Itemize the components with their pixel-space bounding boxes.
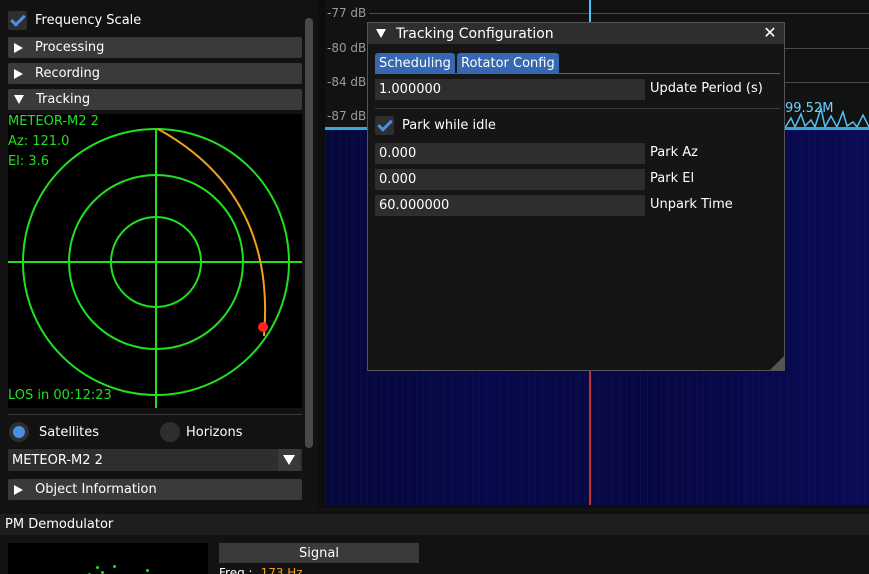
dialog-title: Tracking Configuration xyxy=(396,25,554,42)
park-while-idle-label: Park while idle xyxy=(402,118,496,133)
radio-satellites-label: Satellites xyxy=(39,424,100,440)
section-tracking[interactable]: Tracking xyxy=(8,89,302,110)
pm-demodulator-header[interactable]: PM Demodulator xyxy=(0,514,869,535)
dialog-title-bar[interactable]: Tracking Configuration xyxy=(368,23,784,44)
fft-frequency-label: 99.52M xyxy=(785,101,834,116)
signal-frequency-value: 173 Hz xyxy=(260,566,303,574)
satellite-track-path xyxy=(157,128,267,337)
park-while-idle-checkbox[interactable] xyxy=(375,116,394,135)
radio-horizons-button[interactable] xyxy=(160,422,180,442)
park-el-input[interactable]: 0.000 xyxy=(375,169,645,190)
park-el-label: Park El xyxy=(650,171,695,186)
section-recording-label: Recording xyxy=(35,66,101,81)
fft-grid-line xyxy=(369,13,869,14)
polar-grid xyxy=(8,128,302,408)
resize-grip[interactable] xyxy=(770,356,784,370)
park-az-input[interactable]: 0.000 xyxy=(375,143,645,164)
tab-underline xyxy=(375,73,780,74)
fft-center-marker xyxy=(589,0,591,22)
unpark-time-label: Unpark Time xyxy=(650,197,733,212)
tracking-elevation: El: 3.6 xyxy=(8,154,50,169)
expanded-arrow-icon xyxy=(14,95,24,104)
constellation-point xyxy=(96,566,99,569)
tab-rotator-config[interactable]: Rotator Config xyxy=(457,53,559,73)
frequency-scale-label: Frequency Scale xyxy=(35,13,142,28)
radio-horizons-label: Horizons xyxy=(186,424,243,440)
db-label: -80 dB xyxy=(327,41,367,55)
section-tracking-label: Tracking xyxy=(36,92,91,107)
close-icon[interactable]: ✕ xyxy=(762,25,778,41)
constellation-point xyxy=(113,565,116,568)
section-processing-label: Processing xyxy=(35,40,105,55)
collapsed-arrow-icon xyxy=(14,68,23,79)
update-period-label: Update Period (s) xyxy=(650,81,763,96)
satellite-select[interactable]: METEOR-M2 2 xyxy=(8,449,302,471)
unpark-time-input[interactable]: 60.000000 xyxy=(375,195,645,216)
park-while-idle-row[interactable]: Park while idle xyxy=(375,116,496,135)
satellite-select-value: METEOR-M2 2 xyxy=(12,452,103,468)
left-panel-scrollbar-thumb[interactable] xyxy=(305,18,313,448)
tracking-configuration-dialog: Tracking Configuration ✕ Scheduling Rota… xyxy=(367,22,785,371)
divider xyxy=(8,414,302,415)
radio-satellites[interactable]: Satellites xyxy=(9,422,99,442)
update-period-input[interactable]: 1.000000 xyxy=(375,79,645,100)
tracking-polar-plot: METEOR-M2 2 Az: 121.0 El: 3.6 LOS in 00:… xyxy=(8,114,302,408)
collapse-arrow-icon[interactable] xyxy=(376,29,386,38)
satellite-position-marker xyxy=(258,322,268,332)
tab-scheduling[interactable]: Scheduling xyxy=(375,53,455,73)
park-az-label: Park Az xyxy=(650,145,698,160)
signal-frequency-label: Freq : xyxy=(219,566,253,574)
constellation-display xyxy=(8,543,208,574)
db-label: -87 dB xyxy=(327,109,367,123)
signal-section-header[interactable]: Signal xyxy=(219,543,419,563)
collapsed-arrow-icon xyxy=(14,484,23,495)
section-object-information-label: Object Information xyxy=(35,482,157,497)
db-label: -77 dB xyxy=(327,6,367,20)
radio-satellites-button[interactable] xyxy=(9,422,29,442)
tracking-satellite-name: METEOR-M2 2 xyxy=(8,114,99,129)
polar-plot-graphic xyxy=(8,128,302,408)
tracking-los-time: LOS in 00:12:23 xyxy=(8,388,112,403)
bottom-panel: PM Demodulator Signal Freq : 173 Hz xyxy=(0,508,869,574)
radio-horizons[interactable]: Horizons xyxy=(160,422,242,442)
section-object-information[interactable]: Object Information xyxy=(8,479,302,500)
frequency-scale-checkbox[interactable] xyxy=(8,11,27,30)
db-label: -84 dB xyxy=(327,75,367,89)
section-processing[interactable]: Processing xyxy=(8,37,302,58)
section-recording[interactable]: Recording xyxy=(8,63,302,84)
constellation-point xyxy=(146,569,149,572)
pm-demodulator-title: PM Demodulator xyxy=(5,517,114,532)
collapsed-arrow-icon xyxy=(14,42,23,53)
dropdown-arrow-icon[interactable] xyxy=(278,449,300,471)
frequency-scale-row[interactable]: Frequency Scale xyxy=(8,11,141,30)
separator xyxy=(375,108,780,109)
left-panel: Frequency Scale Processing Recording Tra… xyxy=(0,0,318,508)
signal-frequency-row: Freq : 173 Hz xyxy=(219,566,303,574)
tracking-azimuth: Az: 121.0 xyxy=(8,134,70,149)
